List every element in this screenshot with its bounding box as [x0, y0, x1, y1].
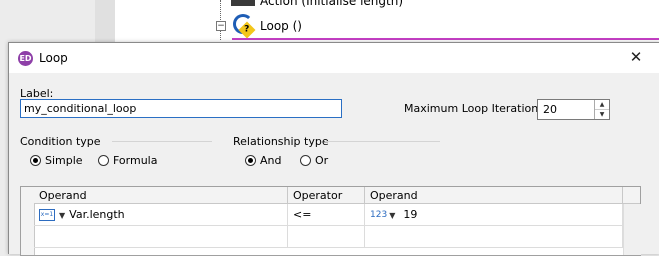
spinner-down-icon[interactable]: ▼ — [595, 110, 609, 119]
max-iterations-caption: Maximum Loop Iterations: — [404, 102, 548, 115]
radio-and-label[interactable]: And — [260, 154, 281, 167]
row-header-column — [21, 187, 35, 255]
left-operand-value[interactable]: Var.length — [69, 208, 124, 221]
radio-or[interactable]: Or — [300, 154, 328, 167]
right-operand-cell[interactable]: 123 ▼ 19 — [365, 204, 623, 226]
right-operand-value[interactable]: 19 — [403, 208, 417, 221]
table-row[interactable] — [365, 226, 623, 248]
action-node-label[interactable]: Action (Initialise length) — [260, 0, 403, 8]
radio-or-indicator[interactable] — [300, 155, 311, 166]
group-divider — [112, 141, 212, 142]
dialog-title: Loop — [39, 51, 68, 65]
table-row[interactable] — [34, 226, 288, 248]
column-header-left-operand[interactable]: Operand — [34, 187, 288, 204]
column-header-operator[interactable]: Operator — [288, 187, 365, 204]
radio-formula-label[interactable]: Formula — [113, 154, 157, 167]
spinner-up-icon[interactable]: ▲ — [595, 100, 609, 110]
operator-cell[interactable]: <= — [288, 204, 365, 226]
radio-simple[interactable]: Simple — [30, 154, 83, 167]
radio-and-indicator[interactable] — [245, 155, 256, 166]
chevron-down-icon[interactable]: ▼ — [389, 211, 395, 220]
table-scroll-area — [623, 204, 641, 255]
variable-icon: x=1 — [39, 209, 55, 221]
radio-formula-indicator[interactable] — [98, 155, 109, 166]
spinner-buttons[interactable]: ▲ ▼ — [594, 100, 609, 119]
left-operand-cell[interactable]: x=1 ▼ Var.length — [34, 204, 288, 226]
conditions-table: Operand Operator Operand x=1 ▼ Var.length … — [20, 186, 641, 256]
close-icon[interactable]: ✕ — [626, 47, 646, 67]
number-type-icon: 123 — [370, 210, 388, 220]
table-row[interactable] — [288, 226, 365, 248]
radio-simple-indicator[interactable] — [30, 155, 41, 166]
column-header-filler — [623, 187, 640, 204]
label-input[interactable] — [20, 99, 342, 118]
selection-highlight — [232, 38, 659, 40]
action-node-icon[interactable] — [231, 0, 255, 6]
chevron-down-icon[interactable]: ▼ — [59, 211, 65, 220]
radio-formula[interactable]: Formula — [98, 154, 157, 167]
max-iterations-spinner[interactable]: 20 ▲ ▼ — [537, 99, 610, 120]
operator-value[interactable]: <= — [293, 208, 311, 221]
collapse-toggle-icon[interactable]: − — [216, 21, 226, 31]
loop-dialog: ED Loop ✕ Label: Maximum Loop Iterations… — [8, 42, 659, 256]
radio-or-label[interactable]: Or — [315, 154, 328, 167]
title-bar[interactable]: ED Loop ✕ — [9, 43, 659, 73]
column-header-right-operand[interactable]: Operand — [365, 187, 623, 204]
max-iterations-value[interactable]: 20 — [543, 103, 557, 116]
flow-connector — [220, 0, 222, 40]
group-divider — [325, 141, 440, 142]
app-icon: ED — [18, 51, 33, 66]
loop-node-label[interactable]: Loop () — [260, 19, 302, 33]
radio-and[interactable]: And — [245, 154, 281, 167]
condition-type-caption: Condition type — [20, 135, 101, 148]
relationship-type-caption: Relationship type — [233, 135, 329, 148]
radio-simple-label[interactable]: Simple — [45, 154, 83, 167]
